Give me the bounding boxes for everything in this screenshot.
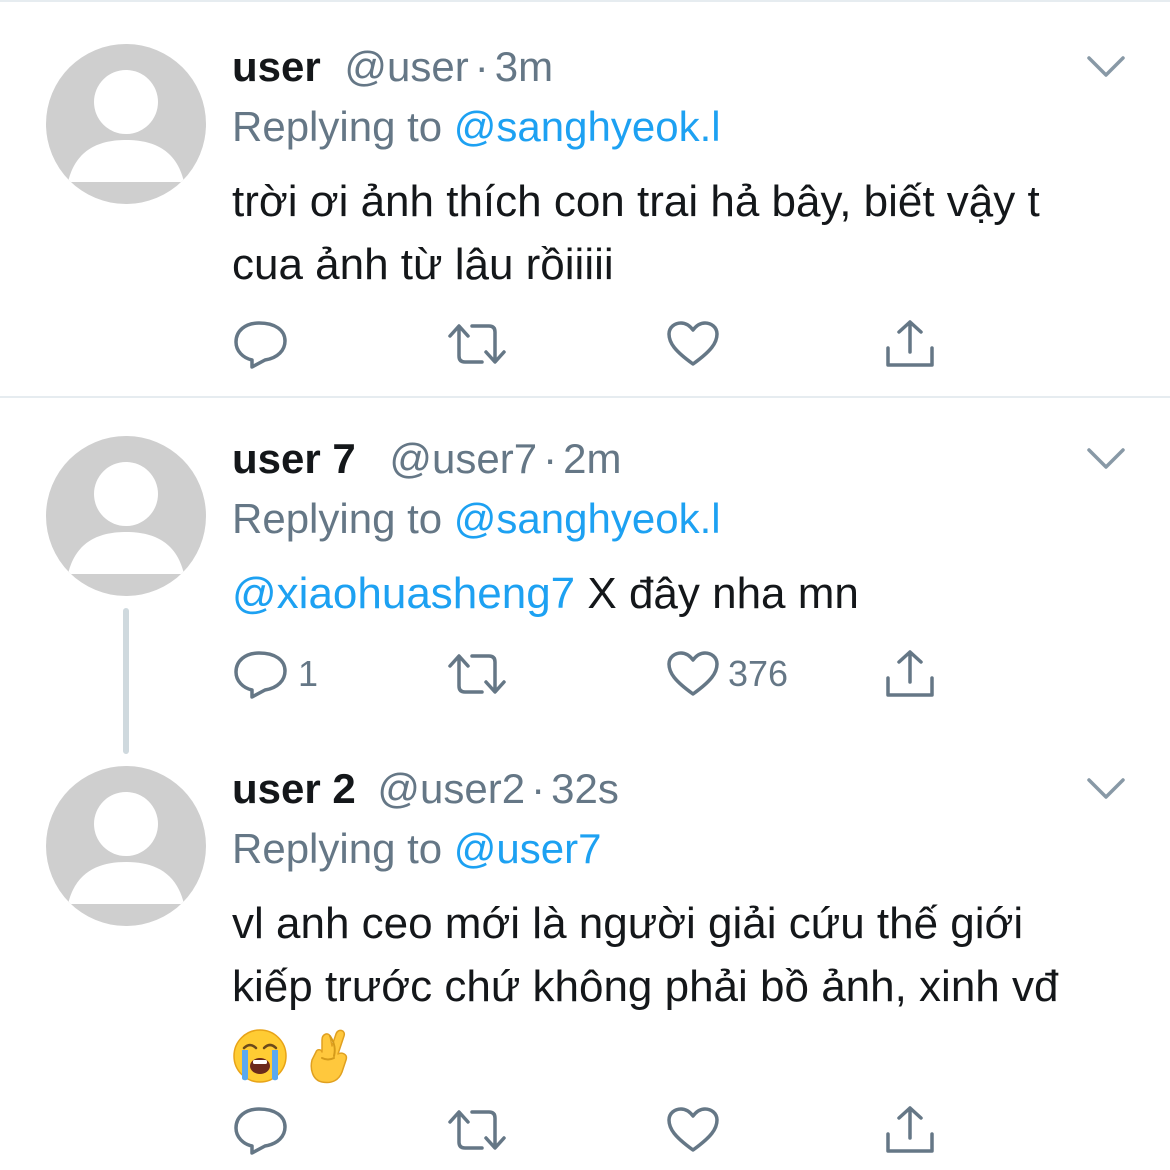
separator-dot: · bbox=[543, 435, 558, 482]
tweet-divider bbox=[0, 396, 1170, 398]
tweet-text-content: X đây nha mn bbox=[575, 569, 859, 618]
reply-button[interactable]: 1 bbox=[232, 644, 318, 704]
reply-icon bbox=[234, 651, 287, 699]
avatar[interactable] bbox=[46, 766, 206, 926]
tweet-actions bbox=[232, 314, 952, 374]
mention-link[interactable]: @xiaohuasheng7 bbox=[232, 569, 575, 618]
replying-to-handle[interactable]: @sanghyeok.l bbox=[454, 103, 721, 150]
retweet-button[interactable] bbox=[446, 1100, 508, 1160]
tweet-text-line: vl anh ceo mới là người giải cứu thế giớ… bbox=[232, 899, 1024, 948]
tweet-text: @xiaohuasheng7 X đây nha mn bbox=[232, 562, 1132, 625]
chevron-down-icon[interactable] bbox=[1086, 776, 1126, 802]
share-button[interactable] bbox=[884, 314, 936, 374]
retweet-button[interactable] bbox=[446, 644, 508, 704]
separator-dot: · bbox=[531, 765, 546, 812]
avatar[interactable] bbox=[46, 44, 206, 204]
replying-to-label: Replying to bbox=[232, 825, 443, 872]
retweet-icon bbox=[448, 324, 506, 364]
tweet-text-line: @xiaohuasheng7 X đây nha mn bbox=[232, 562, 1132, 625]
tweet-text-line: trời ơi ảnh thích con trai hả bây, biết … bbox=[232, 177, 1040, 226]
replying-to-handle[interactable]: @sanghyeok.l bbox=[454, 495, 721, 542]
retweet-icon bbox=[448, 1110, 506, 1150]
reply-button[interactable] bbox=[232, 1100, 298, 1160]
reply-icon bbox=[234, 321, 287, 369]
reply-button[interactable] bbox=[232, 314, 298, 374]
emoji-line bbox=[232, 1018, 1132, 1085]
timestamp[interactable]: 2m bbox=[563, 435, 621, 482]
default-avatar-icon bbox=[68, 792, 184, 904]
tweet-actions bbox=[232, 1100, 952, 1160]
replying-to-handle[interactable]: @user7 bbox=[454, 825, 602, 872]
replying-to: Replying to @sanghyeok.l bbox=[232, 102, 721, 152]
loudly-crying-face-icon bbox=[233, 1029, 287, 1084]
retweet-icon bbox=[448, 654, 506, 694]
like-button[interactable] bbox=[666, 1100, 728, 1160]
handle[interactable]: @user7 bbox=[389, 435, 537, 482]
share-icon bbox=[886, 320, 934, 367]
chevron-down-icon[interactable] bbox=[1086, 54, 1126, 80]
reply-count: 1 bbox=[298, 653, 319, 694]
tweet-text: vl anh ceo mới là người giải cứu thế giớ… bbox=[232, 892, 1132, 1085]
reply-icon bbox=[234, 1107, 287, 1155]
replying-to: Replying to @sanghyeok.l bbox=[232, 494, 721, 544]
like-icon bbox=[667, 1107, 719, 1152]
timestamp[interactable]: 3m bbox=[495, 43, 553, 90]
like-button[interactable]: 376 bbox=[666, 644, 788, 704]
display-name[interactable]: user bbox=[232, 43, 321, 90]
tweet-header: user 7 @user7 · 2m bbox=[232, 434, 621, 484]
top-divider bbox=[0, 0, 1170, 2]
display-name[interactable]: user 2 bbox=[232, 765, 356, 812]
tweet-header: user @user · 3m bbox=[232, 42, 553, 92]
like-icon bbox=[667, 651, 719, 696]
timestamp[interactable]: 32s bbox=[551, 765, 619, 812]
handle[interactable]: @user bbox=[344, 43, 468, 90]
default-avatar-icon bbox=[68, 462, 184, 574]
replying-to-label: Replying to bbox=[232, 103, 443, 150]
share-button[interactable] bbox=[884, 644, 936, 704]
separator-dot: · bbox=[474, 43, 489, 90]
share-icon bbox=[886, 1106, 934, 1153]
default-avatar-icon bbox=[68, 70, 184, 182]
avatar[interactable] bbox=[46, 436, 206, 596]
tweet-text-line: kiếp trước chứ không phải bồ ảnh, xinh v… bbox=[232, 962, 1059, 1011]
tweet-text-line: cua ảnh từ lâu rồiiiii bbox=[232, 240, 614, 289]
like-icon bbox=[667, 321, 719, 366]
share-icon bbox=[886, 650, 934, 697]
like-button[interactable] bbox=[666, 314, 728, 374]
handle[interactable]: @user2 bbox=[377, 765, 525, 812]
tweet-actions: 1 376 bbox=[232, 644, 952, 704]
thread-connector bbox=[123, 608, 129, 754]
share-button[interactable] bbox=[884, 1100, 936, 1160]
display-name[interactable]: user 7 bbox=[232, 435, 356, 482]
tweet-text: trời ơi ảnh thích con trai hả bây, biết … bbox=[232, 170, 1132, 296]
replying-to: Replying to @user7 bbox=[232, 824, 602, 874]
retweet-button[interactable] bbox=[446, 314, 508, 374]
like-count: 376 bbox=[728, 653, 789, 694]
crossed-fingers-icon bbox=[310, 1030, 348, 1084]
replying-to-label: Replying to bbox=[232, 495, 443, 542]
chevron-down-icon[interactable] bbox=[1086, 446, 1126, 472]
tweet-header: user 2 @user2 · 32s bbox=[232, 764, 619, 814]
